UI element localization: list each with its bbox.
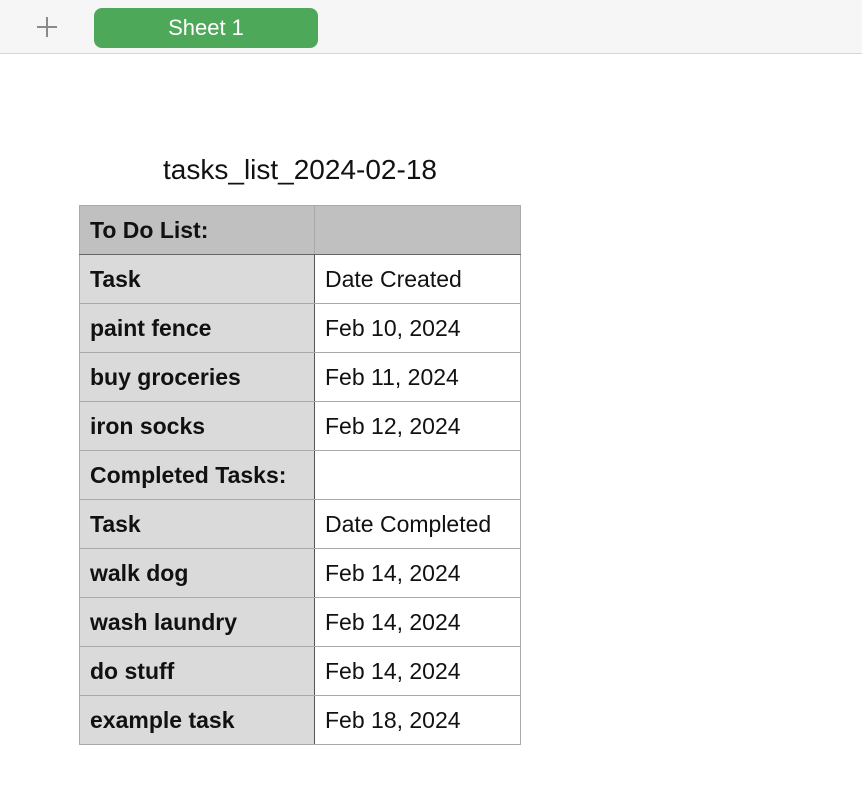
table-row: do stuff Feb 14, 2024 xyxy=(79,646,521,696)
cell[interactable]: wash laundry xyxy=(79,597,315,647)
cell[interactable]: Task xyxy=(79,499,315,549)
table-header-row: To Do List: xyxy=(79,205,521,255)
cell[interactable]: example task xyxy=(79,695,315,745)
table-row: walk dog Feb 14, 2024 xyxy=(79,548,521,598)
cell[interactable] xyxy=(314,450,521,500)
sheet-tab-bar: Sheet 1 xyxy=(0,0,862,54)
table-row: wash laundry Feb 14, 2024 xyxy=(79,597,521,647)
tasks-table: To Do List: Task Date Created paint fenc… xyxy=(79,205,521,745)
table-row: paint fence Feb 10, 2024 xyxy=(79,303,521,353)
table-row: Completed Tasks: xyxy=(79,450,521,500)
cell[interactable]: buy groceries xyxy=(79,352,315,402)
table-row: Task Date Completed xyxy=(79,499,521,549)
cell[interactable]: iron socks xyxy=(79,401,315,451)
plus-icon xyxy=(37,17,57,37)
cell[interactable]: Feb 14, 2024 xyxy=(314,548,521,598)
cell[interactable]: Date Completed xyxy=(314,499,521,549)
cell[interactable]: do stuff xyxy=(79,646,315,696)
cell[interactable]: walk dog xyxy=(79,548,315,598)
cell[interactable] xyxy=(314,205,521,255)
table-row: Task Date Created xyxy=(79,254,521,304)
cell[interactable]: Feb 14, 2024 xyxy=(314,597,521,647)
add-sheet-button[interactable] xyxy=(32,12,62,42)
tab-sheet-1[interactable]: Sheet 1 xyxy=(94,8,318,48)
sheet-tab-label: Sheet 1 xyxy=(168,15,244,40)
cell[interactable]: Task xyxy=(79,254,315,304)
table-row: iron socks Feb 12, 2024 xyxy=(79,401,521,451)
cell[interactable]: Feb 11, 2024 xyxy=(314,352,521,402)
cell[interactable]: paint fence xyxy=(79,303,315,353)
cell[interactable]: Completed Tasks: xyxy=(79,450,315,500)
table-row: buy groceries Feb 11, 2024 xyxy=(79,352,521,402)
cell[interactable]: Feb 18, 2024 xyxy=(314,695,521,745)
cell[interactable]: Feb 14, 2024 xyxy=(314,646,521,696)
cell[interactable]: Feb 12, 2024 xyxy=(314,401,521,451)
cell[interactable]: Feb 10, 2024 xyxy=(314,303,521,353)
table-row: example task Feb 18, 2024 xyxy=(79,695,521,745)
cell[interactable]: Date Created xyxy=(314,254,521,304)
table-title[interactable]: tasks_list_2024-02-18 xyxy=(80,154,520,186)
cell[interactable]: To Do List: xyxy=(79,205,315,255)
